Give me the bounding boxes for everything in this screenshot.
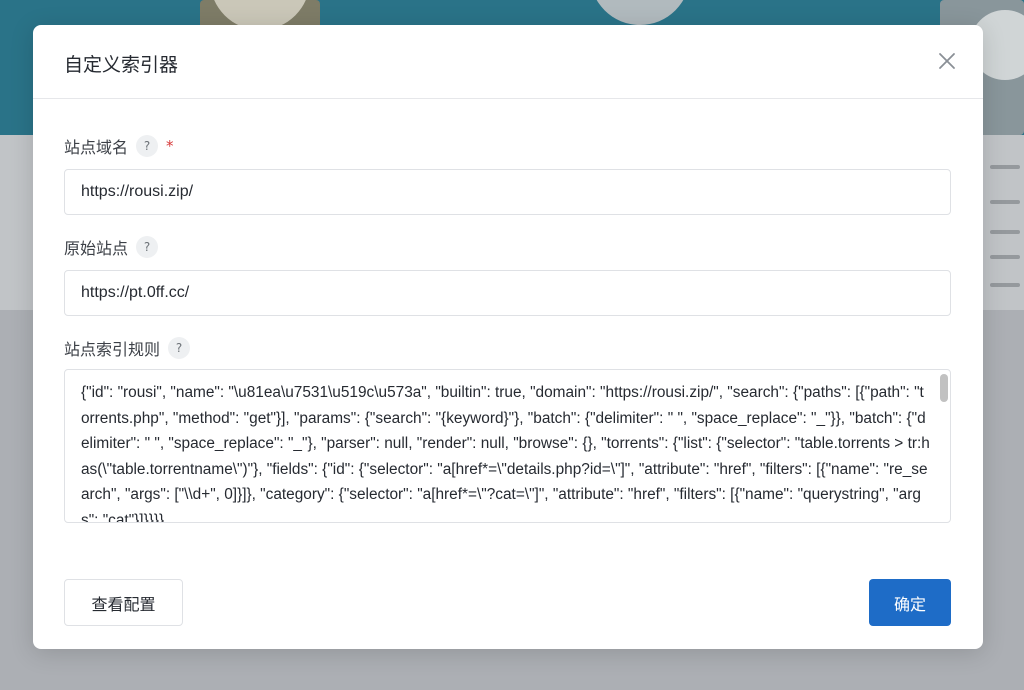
- rules-textarea-content[interactable]: {"id": "rousi", "name": "\u81ea\u7531\u5…: [65, 370, 950, 522]
- origin-help-icon[interactable]: ?: [136, 236, 159, 258]
- domain-field-label: 站点域名 ? *: [64, 134, 174, 158]
- close-icon: [939, 53, 955, 69]
- domain-label-text: 站点域名: [64, 138, 129, 157]
- close-button[interactable]: [937, 51, 957, 71]
- rules-textarea[interactable]: {"id": "rousi", "name": "\u81ea\u7531\u5…: [64, 369, 951, 523]
- origin-label-text: 原始站点: [64, 239, 129, 258]
- scrollbar-thumb[interactable]: [940, 374, 948, 402]
- rules-help-icon[interactable]: ?: [168, 337, 191, 359]
- dialog-title: 自定义索引器: [64, 54, 179, 76]
- view-config-button[interactable]: 查看配置: [64, 579, 183, 626]
- origin-input[interactable]: [64, 270, 951, 316]
- textarea-scrollbar[interactable]: [939, 372, 949, 520]
- required-mark: *: [166, 137, 174, 155]
- dialog-header: 自定义索引器: [33, 25, 983, 99]
- rules-field-label: 站点索引规则 ?: [64, 336, 191, 360]
- origin-field-label: 原始站点 ?: [64, 235, 159, 259]
- custom-indexer-dialog: 自定义索引器 站点域名 ? * 原始站点 ? 站点索引规则 ? {"id": "…: [33, 25, 983, 649]
- confirm-button[interactable]: 确定: [869, 579, 951, 626]
- rules-label-text: 站点索引规则: [64, 340, 161, 359]
- domain-input[interactable]: [64, 169, 951, 215]
- domain-help-icon[interactable]: ?: [136, 135, 159, 157]
